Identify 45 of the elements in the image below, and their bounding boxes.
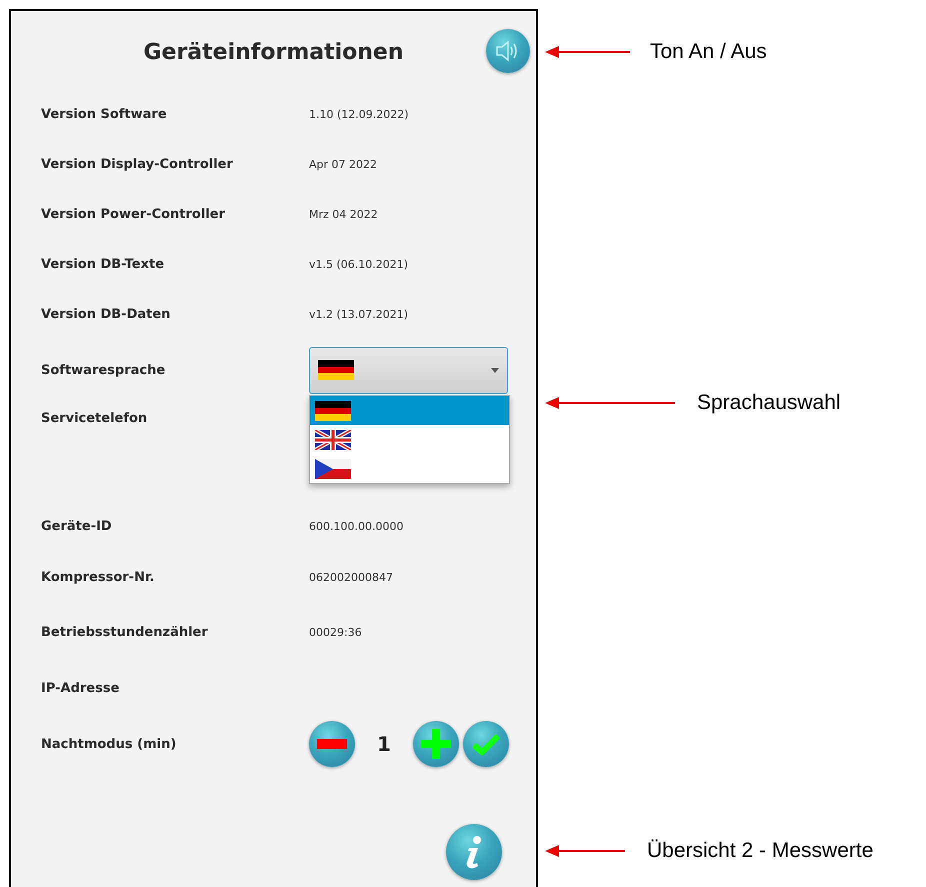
field-label: Version Power-Controller [41, 206, 226, 222]
field-label: Version DB-Daten [41, 306, 172, 322]
annotation-text: Sprachauswahl [697, 391, 841, 415]
plus-button[interactable] [413, 721, 459, 767]
german-flag-icon [315, 400, 351, 420]
speaker-button[interactable] [486, 29, 530, 73]
arrow-icon [545, 396, 675, 410]
language-dropdown[interactable] [309, 346, 508, 394]
arrow-icon [545, 45, 630, 59]
field-label: Version Software [41, 106, 168, 122]
arrow-icon [545, 844, 625, 858]
checkmark-icon [472, 733, 500, 755]
field-value: v1.2 (13.07.2021) [309, 308, 408, 320]
field-label: IP-Adresse [41, 680, 120, 696]
czech-flag-icon [315, 458, 351, 478]
field-label: Softwaresprache [41, 362, 166, 378]
field-label: Servicetelefon [41, 411, 148, 426]
field-value: 600.100.00.0000 [309, 520, 404, 532]
field-label: Betriebsstundenzähler [41, 624, 209, 640]
annotation-text: Ton An / Aus [650, 40, 767, 64]
field-label: Kompressor-Nr. [41, 570, 156, 585]
caret-icon [491, 368, 499, 372]
confirm-button[interactable] [463, 721, 509, 767]
language-option[interactable] [310, 396, 509, 425]
field-value: Apr 07 2022 [309, 158, 378, 170]
field-label: Nachtmodus (min) [41, 736, 178, 752]
panel-title: Geräteinformationen [143, 38, 404, 64]
minus-button[interactable] [309, 721, 355, 767]
field-label: Geräte-ID [41, 518, 113, 534]
field-value: Mrz 04 2022 [309, 208, 378, 220]
minus-icon [317, 739, 347, 749]
british-flag-icon [315, 430, 351, 450]
language-option[interactable] [310, 425, 509, 454]
language-option[interactable] [310, 454, 509, 483]
field-value: 062002000847 [309, 571, 393, 584]
info-button[interactable] [446, 824, 502, 880]
annotation-text: Übersicht 2 - Messwerte [647, 839, 874, 863]
plus-icon [421, 729, 451, 759]
field-value: v1.5 (06.10.2021) [309, 258, 408, 270]
field-label: Version DB-Texte [41, 256, 166, 272]
field-value: 00029:36 [309, 626, 362, 638]
night-mode-value: 1 [376, 732, 392, 756]
field-label: Version Display-Controller [41, 156, 234, 172]
field-value: 1.10 (12.09.2022) [309, 108, 409, 120]
german-flag-icon [318, 360, 354, 380]
